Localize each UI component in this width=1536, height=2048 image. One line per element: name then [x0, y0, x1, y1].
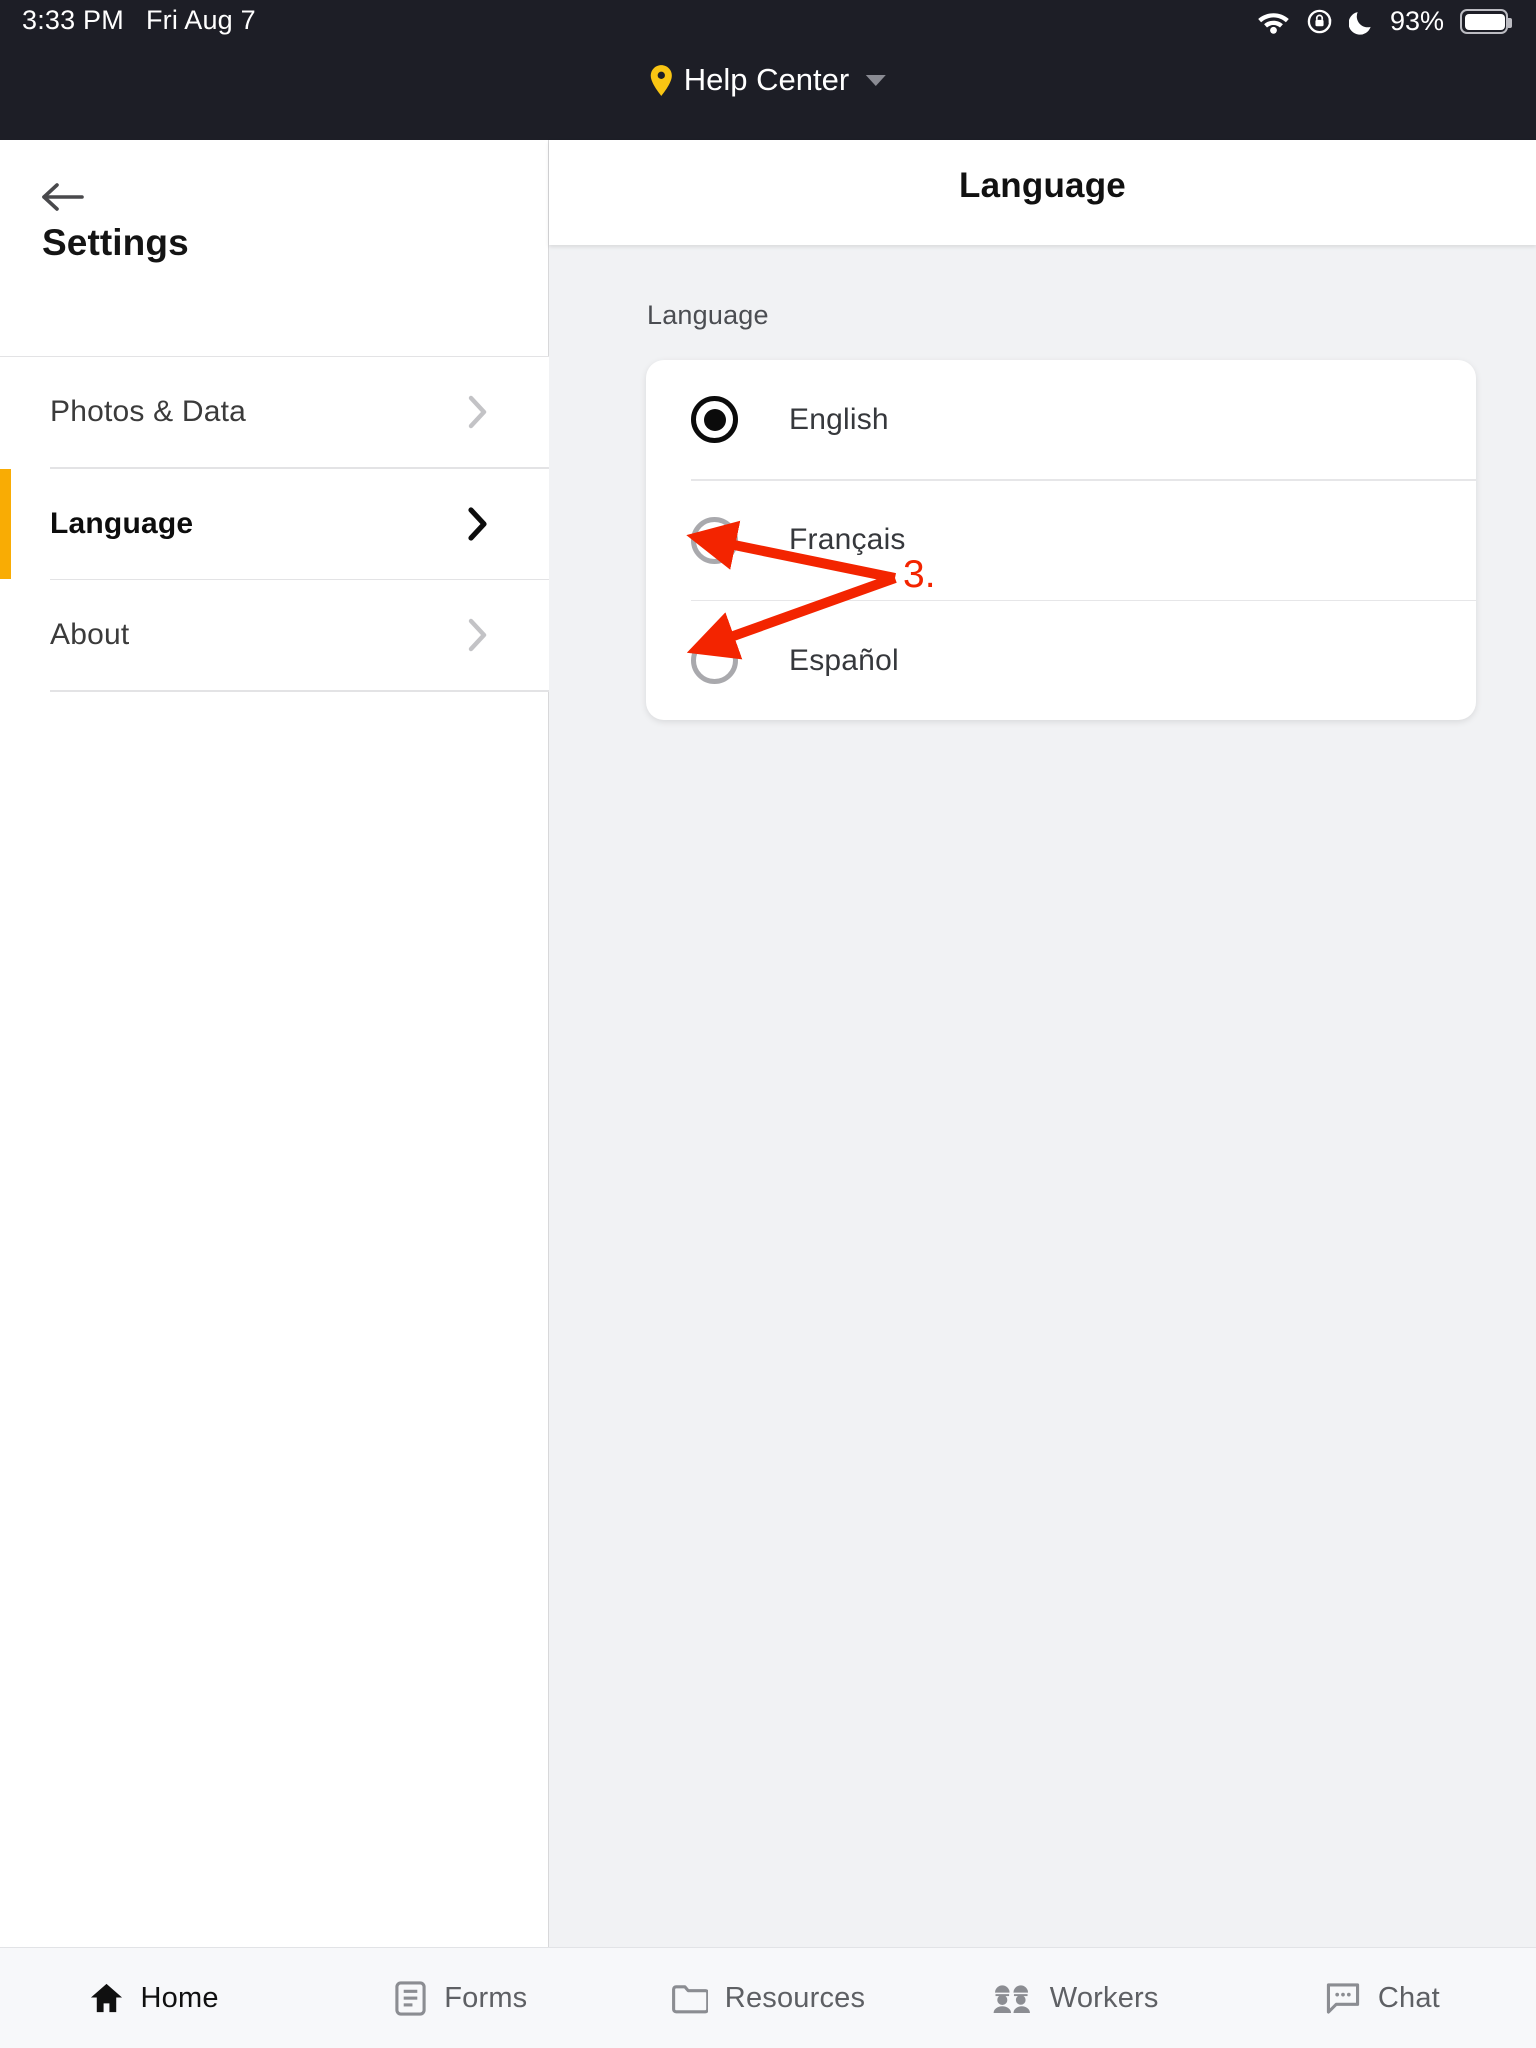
language-options-card: English Français Español [646, 360, 1476, 720]
tab-forms[interactable]: Forms [307, 1981, 614, 2016]
tab-home[interactable]: Home [0, 1981, 307, 2016]
language-option-label: Français [789, 523, 906, 557]
tab-label: Home [141, 1982, 219, 2015]
map-pin-icon [650, 65, 673, 96]
tab-workers[interactable]: Workers [922, 1982, 1229, 2015]
active-accent-bar [0, 580, 11, 690]
tab-chat[interactable]: Chat [1229, 1982, 1536, 2015]
active-accent-bar [0, 357, 11, 467]
section-label: Language [647, 300, 769, 331]
sidebar-item-about[interactable]: About [0, 580, 549, 690]
document-list-icon [394, 1981, 427, 2016]
language-option-espanol[interactable]: Español [646, 601, 1476, 720]
chevron-right-icon [467, 506, 489, 542]
rotation-lock-icon [1306, 8, 1333, 35]
page-title: Settings [42, 222, 189, 264]
active-accent-bar [0, 469, 11, 579]
help-center-label: Help Center [684, 62, 849, 98]
tab-label: Resources [725, 1982, 865, 2015]
radio-button-selected[interactable] [691, 396, 738, 443]
status-time: 3:33 PM [22, 5, 124, 36]
sidebar-item-language[interactable]: Language [0, 469, 549, 579]
language-option-english[interactable]: English [646, 360, 1476, 479]
chevron-right-icon [467, 394, 489, 430]
status-bar: 3:33 PM Fri Aug 7 93% Help Center [0, 0, 1536, 140]
tab-resources[interactable]: Resources [614, 1982, 921, 2015]
tab-label: Chat [1378, 1982, 1440, 2015]
tab-label: Forms [444, 1982, 527, 2015]
status-bar-left: 3:33 PM Fri Aug 7 [22, 5, 256, 36]
battery-icon [1460, 9, 1508, 34]
language-option-label: Español [789, 644, 899, 678]
settings-sidebar: Settings Photos & Data Language [0, 140, 549, 1947]
radio-button[interactable] [691, 637, 738, 684]
home-icon [89, 1981, 124, 2016]
chevron-right-icon [467, 617, 489, 653]
pane-title: Language [549, 166, 1536, 206]
nav-divider [50, 690, 549, 692]
sidebar-item-label: Language [50, 507, 193, 541]
radio-button[interactable] [691, 517, 738, 564]
language-pane: Language Language English Français Españ… [549, 140, 1536, 1947]
language-option-label: English [789, 403, 889, 437]
help-center-selector[interactable]: Help Center [650, 62, 886, 98]
hard-hat-workers-icon [992, 1982, 1033, 2015]
sidebar-item-photos-data[interactable]: Photos & Data [0, 357, 549, 467]
folder-icon [671, 1983, 708, 2014]
language-option-francais[interactable]: Français [646, 481, 1476, 600]
status-date: Fri Aug 7 [146, 5, 256, 36]
pane-header: Language [549, 140, 1536, 245]
back-button[interactable] [40, 182, 84, 212]
settings-nav: Photos & Data Language About [0, 357, 549, 692]
sidebar-item-label: Photos & Data [50, 395, 246, 429]
bottom-tab-bar: Home Forms Resources Workers Chat [0, 1947, 1536, 2048]
do-not-disturb-moon-icon [1349, 8, 1374, 35]
chevron-down-icon[interactable] [866, 75, 886, 86]
tab-label: Workers [1050, 1982, 1159, 2015]
chat-bubble-icon [1325, 1982, 1361, 2015]
main-content: Settings Photos & Data Language [0, 140, 1536, 1947]
sidebar-item-label: About [50, 618, 129, 652]
status-bar-right: 93% [1257, 6, 1508, 37]
app-screen: 3:33 PM Fri Aug 7 93% Help Center [0, 0, 1536, 2048]
battery-percent-label: 93% [1390, 6, 1444, 37]
wifi-icon [1257, 9, 1290, 34]
